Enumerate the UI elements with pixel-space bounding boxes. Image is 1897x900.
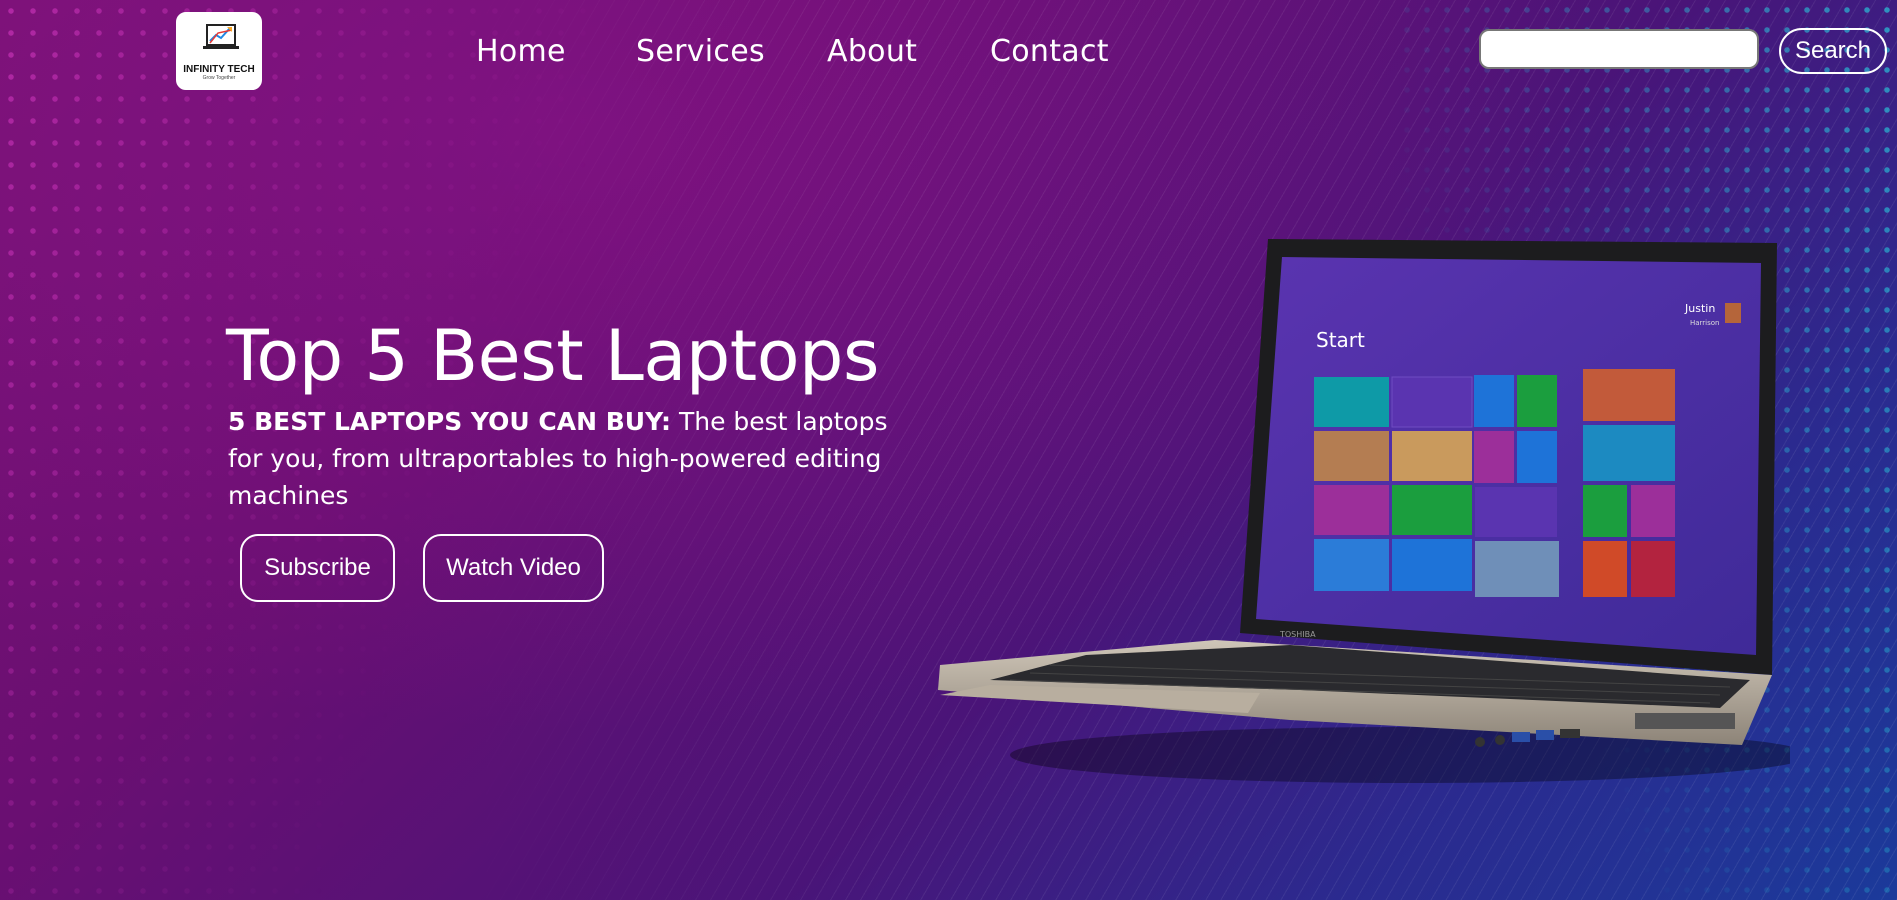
screen-user-avatar — [1725, 303, 1741, 323]
screen-user-last: Harrison — [1690, 319, 1720, 327]
logo-title: INFINITY TECH — [183, 64, 255, 75]
hero-description-bold: 5 BEST LAPTOPS YOU CAN BUY: — [228, 407, 672, 436]
laptop-chart-logo-icon — [203, 24, 239, 49]
watch-video-button[interactable]: Watch Video — [423, 534, 604, 602]
screen-user-first: Justin — [1684, 302, 1715, 315]
search-input[interactable] — [1479, 29, 1759, 69]
screen-start-label: Start — [1316, 328, 1365, 352]
laptop-image: Start Justin Harrison 8 TOSHIBA — [938, 239, 1790, 783]
subscribe-button[interactable]: Subscribe — [240, 534, 395, 602]
logo-tagline: Grow Together — [202, 75, 236, 81]
hero-description: 5 BEST LAPTOPS YOU CAN BUY: The best lap… — [228, 403, 908, 514]
hero-title: Top 5 Best Laptops — [226, 315, 879, 397]
nav-services[interactable]: Services — [636, 32, 765, 72]
search-button[interactable]: Search — [1779, 28, 1887, 74]
nav-about[interactable]: About — [827, 32, 917, 72]
laptop-brand: TOSHIBA — [1279, 630, 1316, 639]
logo[interactable]: INFINITY TECH Grow Together — [176, 12, 262, 90]
site-header: INFINITY TECH Grow Together Home Service… — [0, 0, 1897, 100]
nav-home[interactable]: Home — [476, 32, 566, 72]
nav-contact[interactable]: Contact — [990, 32, 1109, 72]
